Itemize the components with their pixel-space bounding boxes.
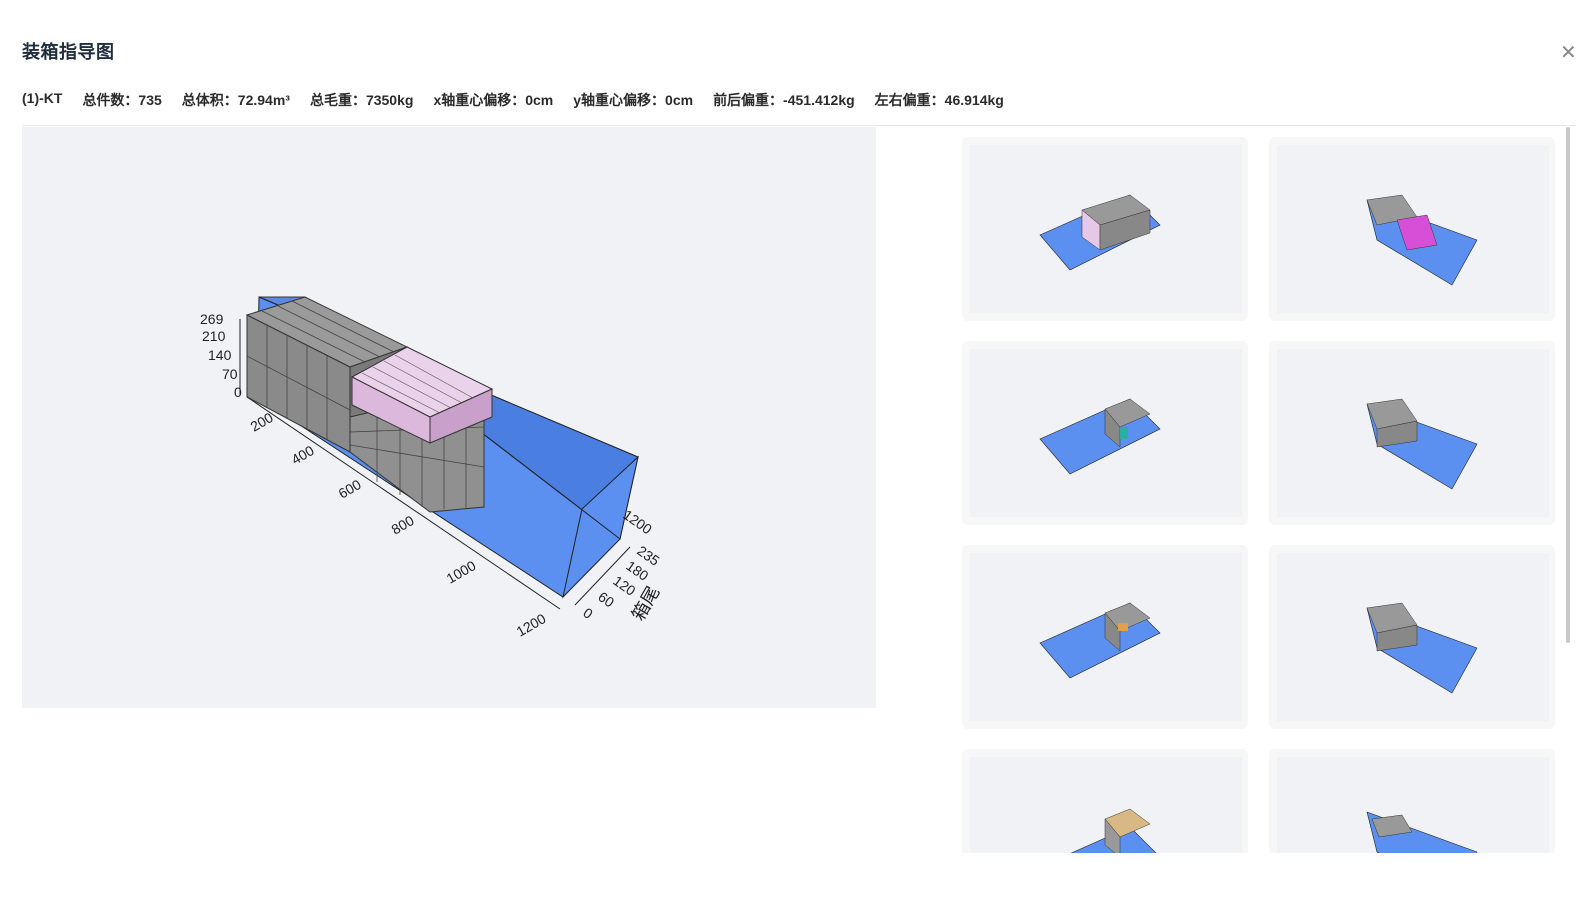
main-3d-view[interactable]: 269 210 140 70 0 200 400 600 800 1000 12… [22,127,876,708]
thumbnail-grid [962,137,1558,853]
y-tick-60: 60 [595,588,617,610]
main-3d-plot: 269 210 140 70 0 200 400 600 800 1000 12… [200,296,663,640]
thumbnail-7[interactable] [962,749,1248,853]
z-axis-ticks: 269 210 140 70 0 [200,311,242,400]
thumbnail-8[interactable] [1269,749,1555,853]
divider [22,125,1576,126]
thumbnail-scrollbar[interactable] [1566,127,1570,643]
stat-y-offset: y轴重心偏移：0cm [573,92,694,108]
x-tick-400: 400 [289,442,317,468]
stat-total-volume: 总体积：72.94m³ [181,92,290,108]
stat-left-right-bias: 左右偏重：46.914kg [874,92,1004,108]
stat-front-back-bias: 前后偏重：-451.412kg [713,92,855,108]
z-tick-140: 140 [208,347,232,363]
z-tick-269: 269 [200,311,224,327]
stat-container-name: (1)-KT [22,90,63,106]
z-tick-70: 70 [222,366,238,382]
x-tick-1200: 1200 [514,610,549,640]
thumbnail-6[interactable] [1269,545,1555,729]
thumbnail-2[interactable] [1269,137,1555,321]
z-tick-0: 0 [234,384,242,400]
x-tick-600: 600 [336,476,364,502]
stat-x-offset: x轴重心偏移：0cm [433,92,554,108]
stats-bar: (1)-KT 总件数：735 总体积：72.94m³ 总毛重：7350kg x轴… [22,90,1004,110]
x-tick-1000: 1000 [444,557,479,587]
stat-gross-weight: 总毛重：7350kg [309,92,414,108]
thumbnail-5[interactable] [962,545,1248,729]
close-icon[interactable]: ✕ [1560,40,1576,65]
y-tick-0: 0 [580,604,596,622]
thumbnail-4[interactable] [1269,341,1555,525]
thumbnail-1[interactable] [962,137,1248,321]
thumbnail-3[interactable] [962,341,1248,525]
z-tick-210: 210 [202,328,226,344]
far-tick-1200: 1200 [620,506,655,537]
stat-total-count: 总件数：735 [82,92,162,108]
x-tick-200: 200 [248,409,276,435]
dialog-title: 装箱指导图 [22,42,115,62]
x-tick-800: 800 [389,512,417,538]
